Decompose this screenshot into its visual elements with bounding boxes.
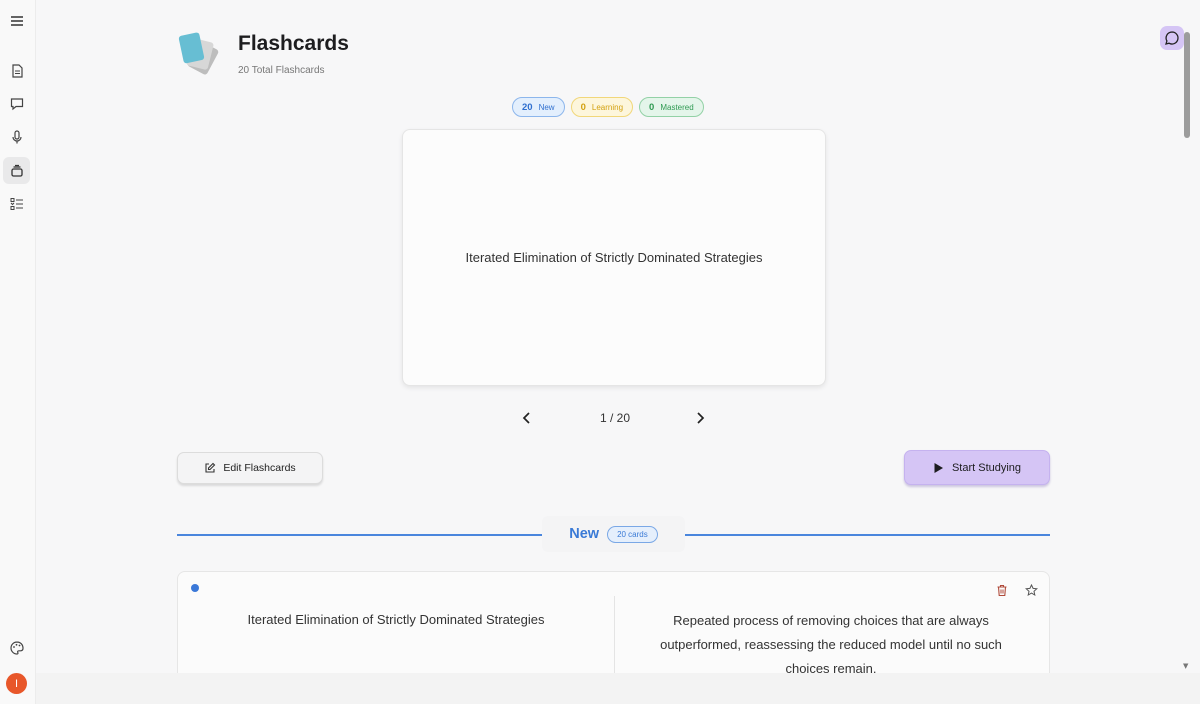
edit-flashcards-label: Edit Flashcards (223, 462, 296, 474)
microphone-icon[interactable] (3, 123, 30, 150)
badge-count: 20 (522, 101, 533, 113)
document-icon[interactable] (3, 57, 30, 84)
section-divider (685, 534, 1050, 536)
badge-label: Mastered (660, 102, 694, 112)
page-title: Flashcards (238, 32, 349, 55)
section-title: New (569, 526, 600, 542)
section-header: New 20 cards (542, 516, 685, 552)
checklist-icon[interactable] (3, 190, 30, 217)
menu-icon[interactable] (3, 7, 30, 34)
palette-icon[interactable] (3, 634, 30, 661)
status-badge-mastered: 0 Mastered (639, 97, 704, 117)
star-icon[interactable] (1023, 582, 1039, 598)
status-badge-new: 20 New (512, 97, 565, 117)
start-studying-label: Start Studying (951, 461, 1022, 474)
bottom-strip (36, 673, 1200, 704)
badge-label: Learning (591, 102, 624, 112)
card-back-text: Repeated process of removing choices tha… (660, 613, 1002, 676)
chat-icon[interactable] (3, 90, 30, 117)
scrollbar-thumb[interactable] (1184, 32, 1190, 138)
flashcards-icon[interactable] (3, 157, 30, 184)
card-front-text: Iterated Elimination of Strictly Dominat… (247, 612, 545, 627)
pager-count: 1 / 20 (599, 411, 631, 425)
page-subtitle: 20 Total Flashcards (238, 65, 325, 76)
sidebar: I (0, 0, 36, 704)
trash-icon[interactable] (994, 582, 1010, 598)
scroll-down-arrow-icon[interactable]: ▼ (1183, 662, 1188, 670)
avatar[interactable]: I (6, 673, 27, 694)
flashcard[interactable]: Iterated Elimination of Strictly Dominat… (402, 129, 826, 386)
flashcard-text: Iterated Elimination of Strictly Dominat… (465, 250, 763, 265)
badge-label: New (538, 102, 555, 112)
chevron-right-icon[interactable] (690, 408, 710, 428)
badge-count: 0 (649, 101, 655, 113)
section-count-badge: 20 cards (607, 525, 658, 543)
flashcards-logo-icon (178, 32, 219, 75)
main-content: Flashcards 20 Total Flashcards 20 New 0 … (37, 0, 1182, 704)
scrollbar[interactable]: ▼ (1182, 28, 1194, 673)
chat-bubble-icon[interactable] (1160, 26, 1184, 50)
badge-count: 0 (580, 101, 586, 113)
status-badge-learning: 0 Learning (570, 97, 634, 117)
section-divider (177, 534, 542, 536)
edit-flashcards-button[interactable]: Edit Flashcards (177, 452, 323, 484)
status-dot (191, 584, 199, 592)
start-studying-button[interactable]: Start Studying (904, 450, 1050, 485)
play-icon (934, 462, 943, 473)
pager: 1 / 20 (515, 406, 715, 430)
edit-icon (205, 462, 216, 473)
status-badges: 20 New 0 Learning 0 Mastered (512, 97, 704, 117)
